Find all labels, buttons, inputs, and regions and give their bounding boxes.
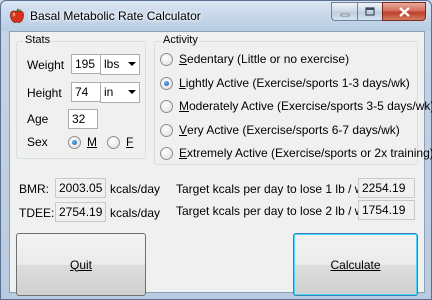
radio-empty-icon	[160, 99, 173, 113]
tdee-output: 2754.19	[55, 202, 106, 222]
activity-option-key: V	[179, 123, 188, 137]
close-icon	[398, 6, 410, 17]
target-2lb-label: Target kcals per day to lose 2 lb / wk	[176, 204, 370, 218]
bmr-label: BMR:	[19, 182, 49, 196]
target-1lb-output: 2254.19	[358, 178, 415, 198]
activity-option-label: xtremely Active (Exercise/sports or 2x t…	[187, 146, 432, 160]
target-1lb-label: Target kcals per day to lose 1 lb / wk	[176, 182, 370, 196]
activity-option-very-active[interactable]: Very Active (Exercise/sports 6-7 days/wk…	[160, 123, 400, 137]
activity-option-label: ery Active (Exercise/sports 6-7 days/wk)	[187, 123, 400, 137]
calculate-button-label: Calculate	[330, 257, 381, 272]
sex-radio-m[interactable]: M	[68, 135, 97, 149]
app-window: Basal Metabolic Rate Calculator Stats We…	[0, 0, 432, 300]
weight-unit-select[interactable]: lbs	[100, 54, 140, 75]
height-label: Height	[27, 86, 62, 100]
target-2lb-output: 1754.19	[358, 200, 415, 220]
apple-icon	[10, 8, 24, 23]
radio-empty-icon	[107, 135, 120, 149]
sex-radio-m-label: M	[87, 135, 97, 149]
activity-option-key: L	[179, 76, 186, 90]
close-button[interactable]	[382, 2, 426, 21]
title-bar[interactable]: Basal Metabolic Rate Calculator	[1, 1, 431, 31]
age-label: Age	[27, 112, 49, 126]
activity-option-label: edentary (Little or no exercise)	[187, 52, 350, 66]
chevron-down-icon	[128, 62, 136, 66]
radio-empty-icon	[160, 123, 173, 137]
activity-option-lightly-active[interactable]: Lightly Active (Exercise/sports 1-3 days…	[160, 76, 410, 90]
stats-legend: Stats	[23, 34, 53, 46]
weight-input[interactable]: 195	[71, 54, 101, 74]
maximize-icon	[365, 6, 375, 16]
activity-option-key: E	[179, 146, 188, 160]
tdee-unit: kcals/day	[110, 206, 161, 220]
height-input[interactable]: 74	[71, 82, 101, 102]
activity-option-key: S	[179, 52, 188, 66]
window-title: Basal Metabolic Rate Calculator	[30, 9, 201, 23]
tdee-label: TDEE:	[19, 206, 55, 220]
activity-option-key: M	[179, 99, 189, 113]
maximize-button[interactable]	[357, 2, 382, 21]
quit-button-label: Quit	[69, 257, 92, 272]
activity-option-label: oderately Active (Exercise/sports 3-5 da…	[189, 99, 432, 113]
radio-selected-icon	[68, 135, 81, 149]
height-unit-select[interactable]: in	[100, 82, 140, 103]
activity-option-extremely-active[interactable]: Extremely Active (Exercise/sports or 2x …	[160, 146, 432, 160]
age-input[interactable]: 32	[68, 109, 98, 129]
client-area: Stats Weight 195 lbs Height 74 in Age 32…	[9, 31, 432, 296]
radio-empty-icon	[160, 146, 173, 160]
chevron-down-icon	[128, 90, 136, 94]
quit-button[interactable]: Quit	[16, 233, 146, 296]
activity-option-sedentary[interactable]: Sedentary (Little or no exercise)	[160, 52, 349, 66]
weight-unit-value: lbs	[104, 57, 120, 71]
calculate-button[interactable]: Calculate	[293, 233, 418, 296]
minimize-icon	[340, 13, 349, 16]
activity-option-label: ightly Active (Exercise/sports 1-3 days/…	[185, 76, 410, 90]
activity-legend: Activity	[161, 34, 200, 46]
caption-buttons	[331, 2, 426, 21]
bmr-output: 2003.05	[55, 178, 106, 198]
activity-option-moderately-active[interactable]: Moderately Active (Exercise/sports 3-5 d…	[160, 99, 432, 113]
sex-label: Sex	[27, 135, 48, 149]
minimize-button[interactable]	[331, 2, 357, 21]
bmr-unit: kcals/day	[110, 182, 161, 196]
radio-empty-icon	[160, 52, 173, 66]
sex-radio-f[interactable]: F	[107, 135, 133, 149]
sex-radio-f-label: F	[126, 135, 134, 149]
radio-selected-icon	[160, 76, 173, 90]
weight-label: Weight	[27, 58, 65, 72]
height-unit-value: in	[104, 85, 114, 99]
